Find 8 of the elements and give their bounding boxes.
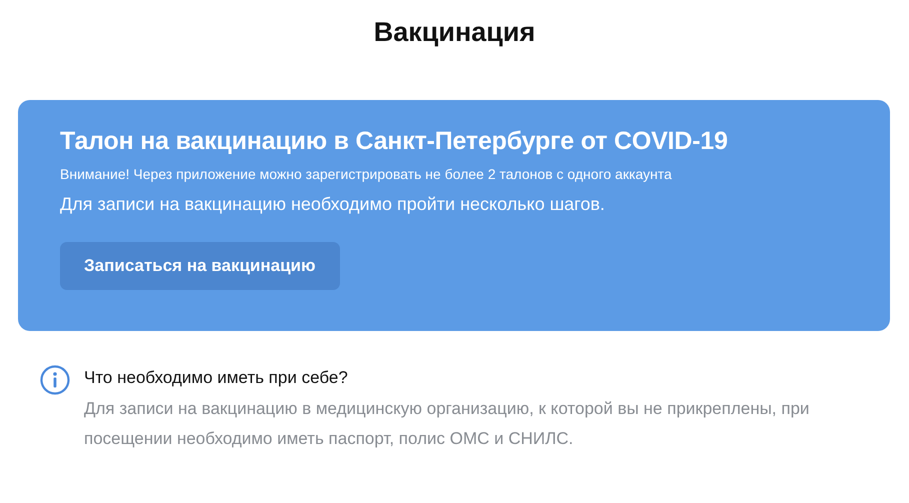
page-title: Вакцинация — [372, 16, 536, 49]
info-title: Что необходимо иметь при себе? — [84, 366, 349, 388]
info-text: Для записи на вакцинацию в медицинскую организацию, к которой вы не прикреплены, при посещении необходимо иметь паспорт, полис ОМС и СНИЛС. — [84, 398, 810, 450]
banner-title: Талон на вакцинацию в Санкт-Петербурге от COVID-19 — [60, 126, 729, 156]
banner-description: Для записи на вакцинацию необходимо пройти несколько шагов. — [60, 193, 606, 216]
warning-text: Внимание! Через приложение можно зарегистрировать не более 2 талонов с одного аккаунта — [60, 165, 673, 184]
sign-up-button[interactable]: Записаться на вакцинацию — [60, 242, 340, 290]
info-icon — [40, 364, 70, 394]
